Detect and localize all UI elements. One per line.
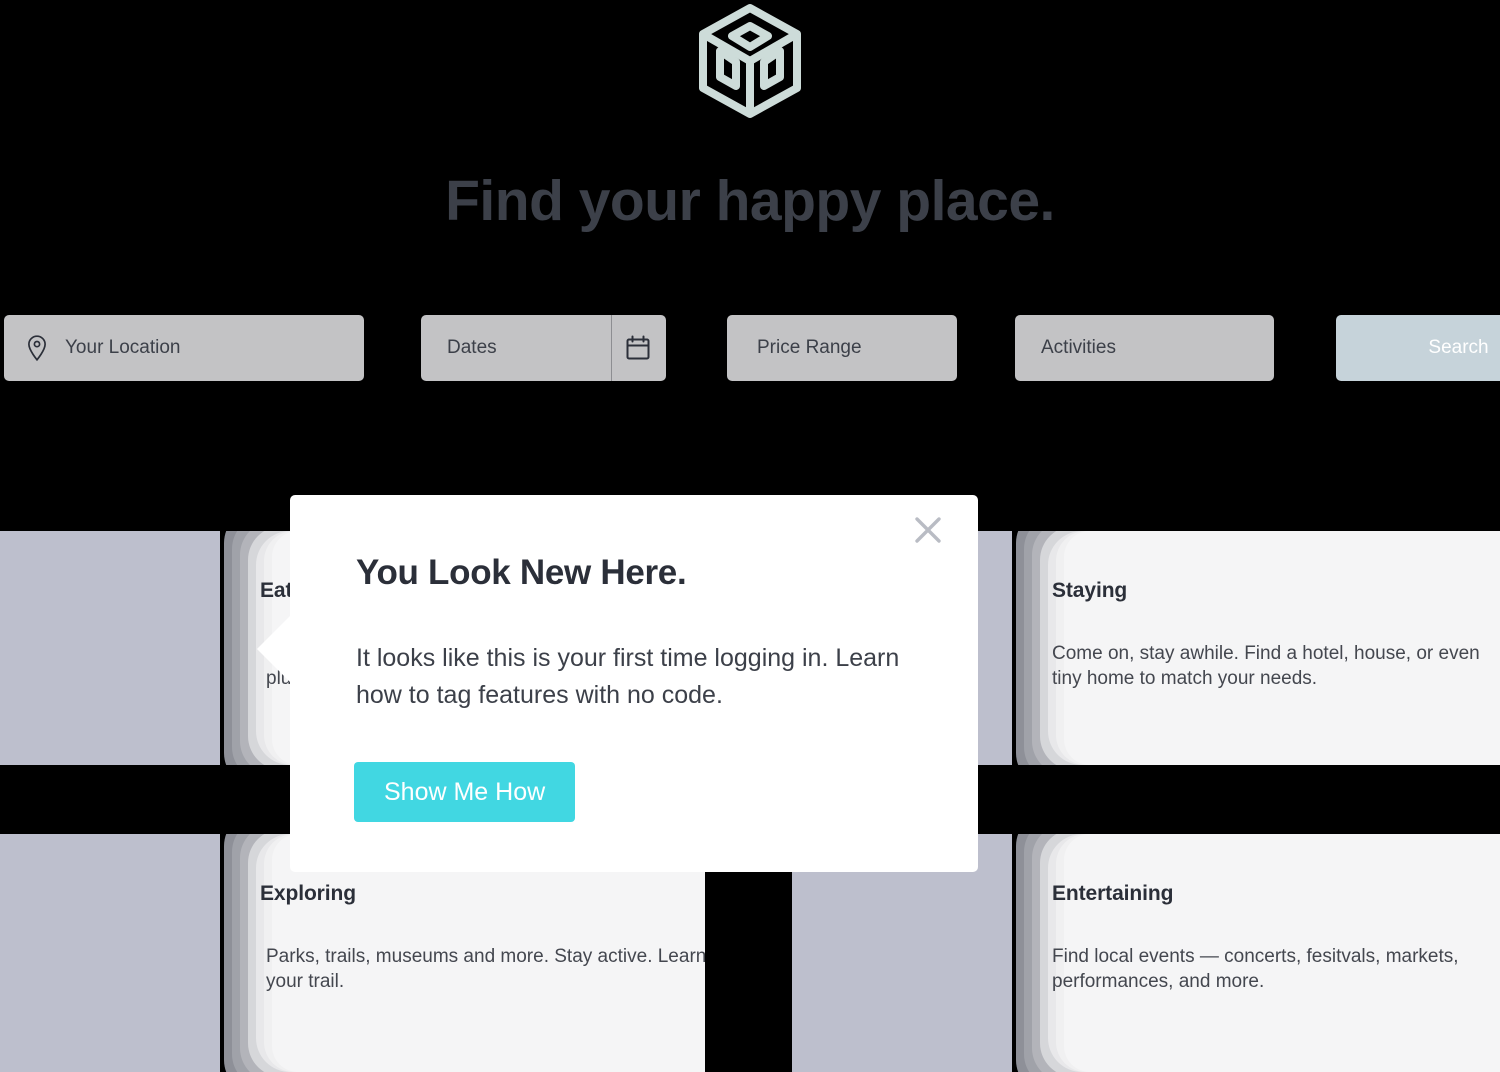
activities-placeholder: Activities bbox=[1041, 337, 1116, 358]
search-button-label: Search bbox=[1428, 337, 1489, 358]
dates-input[interactable]: Dates bbox=[421, 315, 666, 381]
card-staying-title: Staying bbox=[1052, 579, 1128, 602]
show-me-how-button[interactable]: Show Me How bbox=[354, 762, 576, 822]
page-title: Find your happy place. bbox=[445, 169, 1055, 233]
modal-body-text: It looks like this is your first time lo… bbox=[356, 644, 900, 709]
price-range-input[interactable]: Price Range bbox=[727, 315, 957, 381]
card-staying[interactable]: Staying Come on, stay awhile. Find a hot… bbox=[1012, 531, 1500, 787]
exploring-thumbnail bbox=[0, 834, 220, 1072]
card-exploring-title: Exploring bbox=[260, 882, 356, 905]
cube-logo-icon bbox=[696, 2, 804, 120]
card-staying-text: Come on, stay awhile. Find a hotel, hous… bbox=[1052, 643, 1480, 689]
modal-pointer-arrow bbox=[257, 615, 291, 683]
card-staying-body: Staying Come on, stay awhile. Find a hot… bbox=[1052, 579, 1480, 691]
card-entertaining-text: Find local events — concerts, fesitvals,… bbox=[1052, 946, 1459, 992]
app-root: Find your happy place. Your Location Dat… bbox=[0, 0, 1500, 1072]
calendar-icon[interactable] bbox=[624, 334, 652, 362]
card-entertaining[interactable]: Entertaining Find local events — concert… bbox=[1012, 812, 1500, 1072]
activities-input[interactable]: Activities bbox=[1015, 315, 1274, 381]
card-exploring-body: Exploring Parks, trails, museums and mor… bbox=[260, 882, 772, 994]
location-input[interactable]: Your Location bbox=[4, 315, 364, 381]
search-button[interactable]: Search bbox=[1336, 315, 1500, 381]
card-entertaining-title: Entertaining bbox=[1052, 882, 1174, 905]
brand-logo bbox=[0, 2, 1500, 120]
search-bar: Your Location Dates Price Range Activiti… bbox=[0, 315, 1500, 381]
onboarding-modal: You Look New Here. It looks like this is… bbox=[257, 495, 978, 872]
close-x-icon[interactable] bbox=[911, 513, 945, 547]
card-exploring-text: Parks, trails, museums and more. Stay ac… bbox=[266, 946, 754, 992]
occlusion-band-vertical bbox=[705, 872, 792, 1072]
location-pin-icon bbox=[22, 333, 52, 363]
dates-divider bbox=[611, 315, 612, 381]
card-entertaining-body: Entertaining Find local events — concert… bbox=[1052, 882, 1480, 994]
eating-thumbnail bbox=[0, 531, 220, 765]
dates-placeholder: Dates bbox=[447, 337, 497, 358]
location-placeholder: Your Location bbox=[65, 337, 181, 358]
price-range-placeholder: Price Range bbox=[757, 337, 862, 358]
modal-title: You Look New Here. bbox=[356, 553, 687, 592]
